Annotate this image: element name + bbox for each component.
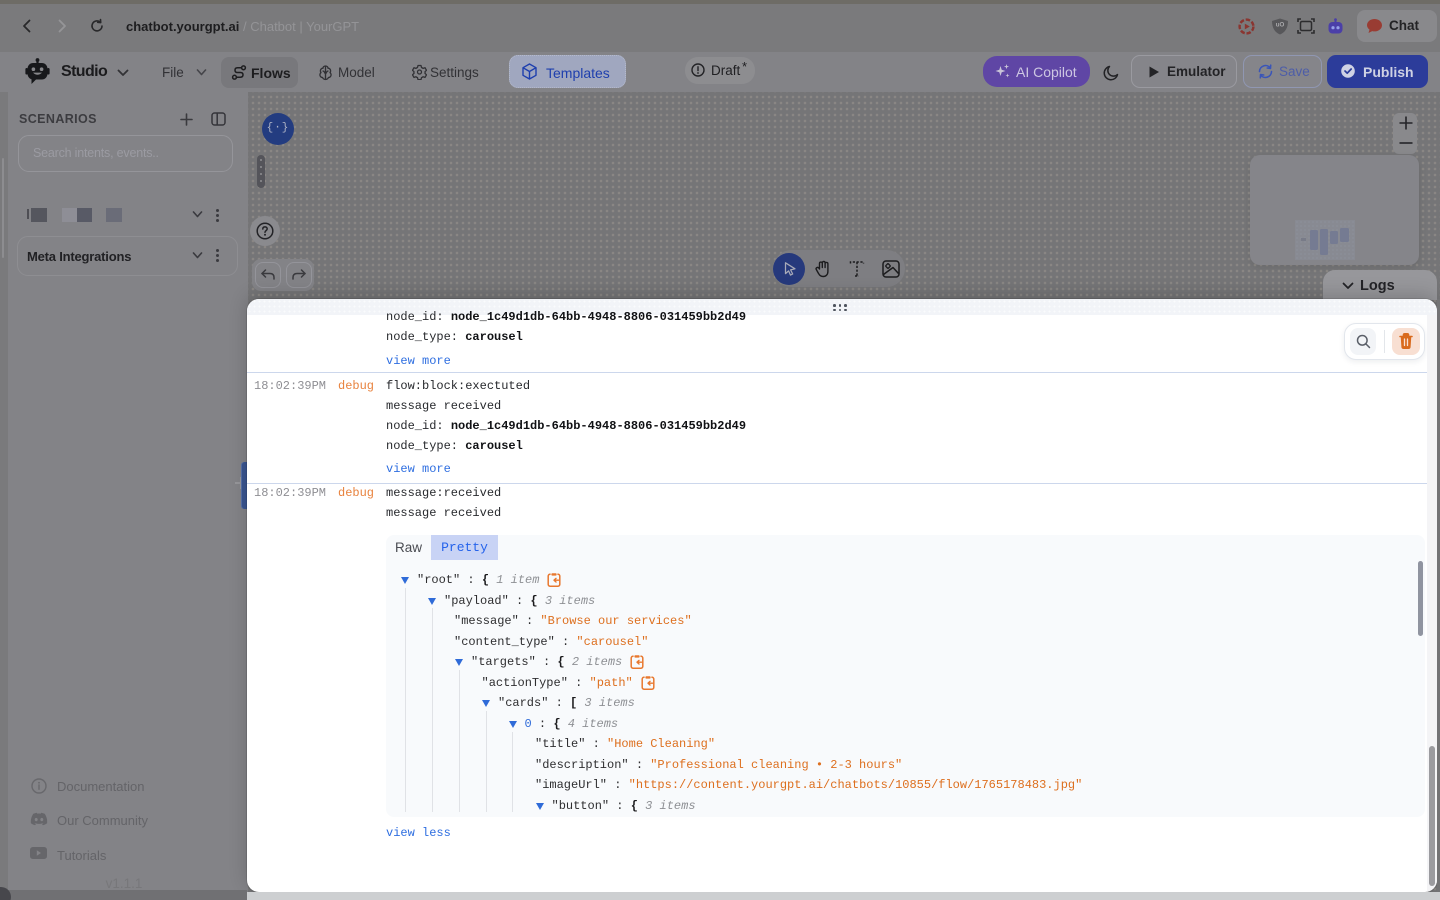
svg-text:uO: uO: [1276, 22, 1285, 29]
